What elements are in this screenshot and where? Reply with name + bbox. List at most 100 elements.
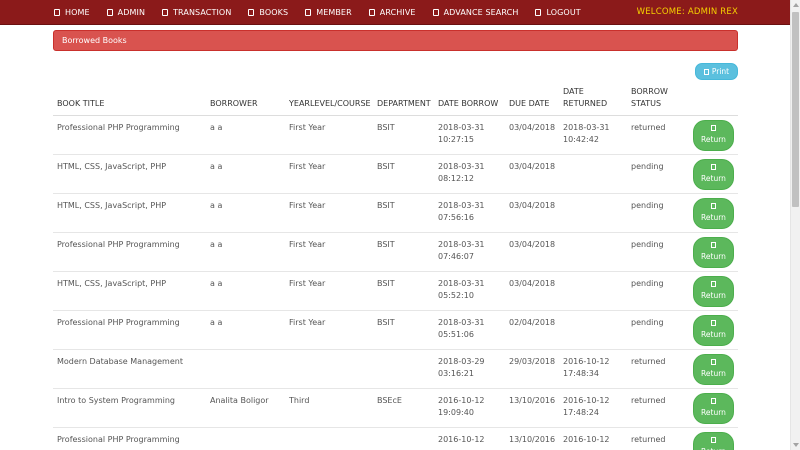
action-cell: Return [682,153,738,193]
vertical-scrollbar[interactable] [790,0,800,450]
column-header: DUE DATE [505,84,559,116]
borrower-cell: a a [206,114,285,154]
borrow-status-cell: returned [627,348,682,388]
table-row: HTML, CSS, JavaScript, PHP a a First Year B… [53,153,738,193]
return-label: Return [701,134,726,144]
book-title-cell: Professional PHP Programming [53,309,206,349]
table-body: Professional PHP Programming a a First Yea… [53,114,738,450]
nav-item-label: ADVANCE SEARCH [443,7,519,17]
action-cell: Return [682,192,738,232]
nav-logout-icon [535,8,542,16]
return-label: Return [701,251,726,261]
column-header: BOOK TITLE [53,84,206,116]
table-row: Modern Database Management 2018-03-29 03:… [53,348,738,388]
due-date-cell: 03/04/2018 [505,192,559,232]
return-button[interactable]: Return [693,236,734,268]
return-button[interactable]: Return [693,197,734,229]
borrow-status-cell: returned [627,114,682,154]
yearlevel-cell [285,426,373,450]
department-cell: BSIT [373,114,434,154]
table-row: Professional PHP Programming a a First Yea… [53,231,738,271]
date-borrow-cell: 2016-10-12 19:09:40 [434,387,505,427]
due-date-cell: 03/04/2018 [505,153,559,193]
borrowed-books-table-wrap: BOOK TITLE BORROWER YEARLEVEL/COURSE DEPART… [53,84,738,450]
return-button[interactable]: Return [693,353,734,385]
table-row: Professional PHP Programming a a First Yea… [53,114,738,154]
yearlevel-cell: First Year [285,153,373,193]
action-cell: Return [682,114,738,154]
return-icon [711,397,716,404]
department-cell [373,348,434,388]
borrower-cell [206,426,285,450]
table-header-row: BOOK TITLE BORROWER YEARLEVEL/COURSE DEPART… [53,84,738,116]
return-button[interactable]: Return [693,158,734,190]
nav-item-archive[interactable]: ARCHIVE [368,8,416,17]
nav-item-home[interactable]: HOME [54,8,90,17]
action-cell: Return [682,270,738,310]
due-date-cell: 13/10/2016 [505,426,559,450]
return-button[interactable]: Return [693,431,734,450]
return-button[interactable]: Return [693,314,734,346]
date-returned-cell: 2016-10-12 [559,426,627,450]
book-title-cell: HTML, CSS, JavaScript, PHP [53,270,206,310]
scroll-down-arrow-icon[interactable] [793,443,799,447]
borrower-cell: a a [206,153,285,193]
scroll-up-arrow-icon[interactable] [793,3,799,7]
column-header: BORROW STATUS [627,84,682,116]
date-borrow-cell: 2018-03-31 05:51:06 [434,309,505,349]
date-returned-cell: 2018-03-31 10:42:42 [559,114,627,154]
borrow-status-cell: pending [627,309,682,349]
column-header: DATE BORROW [434,84,505,116]
action-cell: Return [682,426,738,450]
nav-item-transaction[interactable]: TRANSACTION [162,8,231,17]
scrollbar-thumb[interactable] [792,12,799,207]
date-returned-cell [559,231,627,271]
borrower-cell [206,348,285,388]
date-borrow-cell: 2016-10-12 [434,426,505,450]
return-icon [711,319,716,326]
nav-item-admin[interactable]: ADMIN [106,7,146,17]
department-cell: BSEcE [373,387,434,427]
borrower-cell: a a [206,309,285,349]
book-title-cell: Intro to System Programming [53,387,206,427]
nav-item-label: ADMIN [117,7,146,17]
yearlevel-cell: Third [285,387,373,427]
borrow-status-cell: pending [627,231,682,271]
department-cell: BSIT [373,153,434,193]
nav-item-advance-search[interactable]: ADVANCE SEARCH [432,7,519,17]
return-icon [711,163,716,170]
date-returned-cell: 2016-10-12 17:48:34 [559,348,627,388]
print-button[interactable]: Print [695,63,738,80]
table-row: HTML, CSS, JavaScript, PHP a a First Year B… [53,270,738,310]
return-button[interactable]: Return [693,275,734,307]
welcome-text: WELCOME: ADMIN REX [636,7,738,17]
yearlevel-cell: First Year [285,309,373,349]
return-icon [711,280,716,287]
yearlevel-cell [285,348,373,388]
column-header: DEPARTMENT [373,84,434,116]
nav-item-label: HOME [65,7,90,17]
nav-book-icon [248,8,255,16]
column-header: DATE RETURNED [559,84,627,116]
return-icon [711,202,716,209]
return-label: Return [701,368,726,378]
return-label: Return [701,329,726,339]
date-returned-cell [559,192,627,232]
return-button[interactable]: Return [693,119,734,151]
column-header: BORROWER [206,84,285,116]
book-title-cell: HTML, CSS, JavaScript, PHP [53,192,206,232]
nav-user-icon [106,8,113,16]
yearlevel-cell: First Year [285,270,373,310]
return-button[interactable]: Return [693,392,734,424]
date-returned-cell [559,270,627,310]
nav-users-icon [305,8,312,16]
date-borrow-cell: 2018-03-31 07:56:16 [434,192,505,232]
nav-exchange-icon [162,8,169,16]
department-cell: BSIT [373,270,434,310]
return-icon [711,358,716,365]
date-returned-cell [559,153,627,193]
date-borrow-cell: 2018-03-31 07:46:07 [434,231,505,271]
nav-item-books[interactable]: BOOKS [248,8,288,17]
nav-item-logout[interactable]: LOGOUT [535,8,581,17]
nav-item-member[interactable]: MEMBER [305,8,352,17]
